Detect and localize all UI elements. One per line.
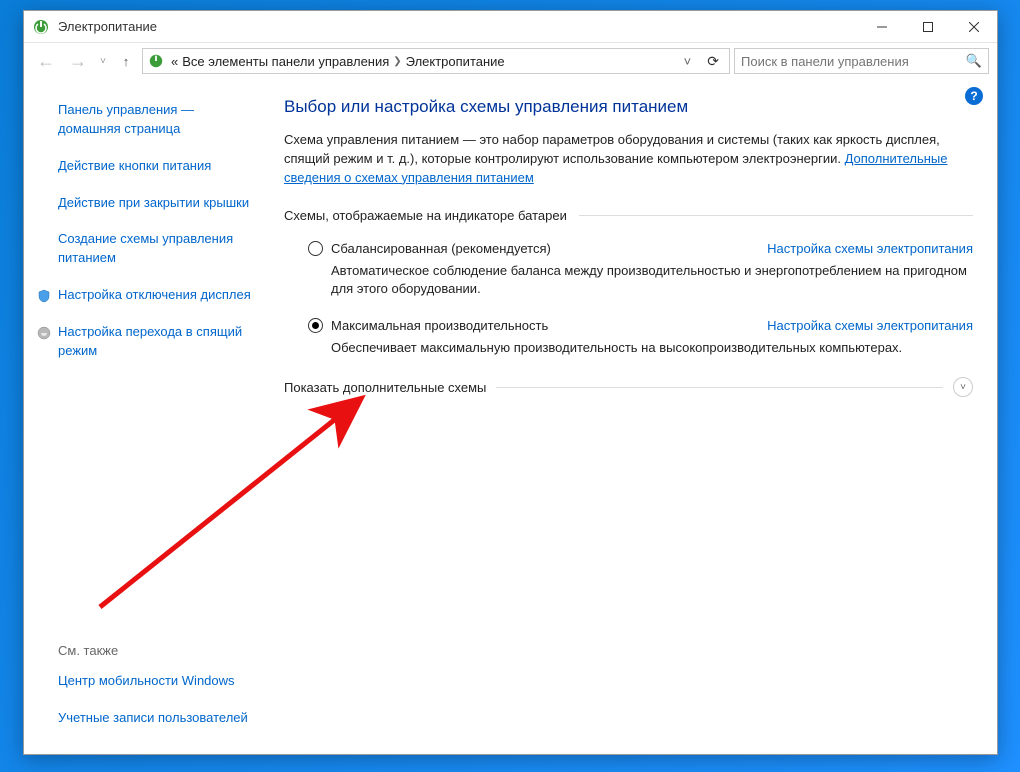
address-dropdown-icon[interactable]: ˅ bbox=[680, 54, 696, 69]
recent-dropdown[interactable]: ˅ bbox=[96, 47, 110, 75]
window-title: Электропитание bbox=[58, 19, 157, 34]
breadcrumb-current[interactable]: Электропитание bbox=[406, 54, 505, 69]
search-icon: 🔍 bbox=[966, 53, 982, 69]
description-text: Схема управления питанием — это набор па… bbox=[284, 132, 940, 166]
sidebar-link-power-button[interactable]: Действие кнопки питания bbox=[58, 157, 256, 176]
nav-bar: ← → ˅ ↑ « Все элементы панели управления… bbox=[24, 43, 997, 79]
see-also-mobility-center[interactable]: Центр мобильности Windows bbox=[58, 672, 256, 691]
up-button[interactable]: ↑ bbox=[114, 49, 138, 73]
page-description: Схема управления питанием — это набор па… bbox=[284, 131, 973, 188]
plan-balanced: Сбалансированная (рекомендуется) Настрой… bbox=[284, 241, 973, 298]
see-also-user-accounts[interactable]: Учетные записи пользователей bbox=[58, 709, 256, 728]
shield-icon bbox=[36, 325, 52, 341]
power-options-icon bbox=[32, 18, 50, 36]
close-button[interactable] bbox=[951, 11, 997, 42]
chevron-right-icon: ❯ bbox=[393, 56, 401, 67]
see-also-label: См. также bbox=[58, 643, 256, 658]
sidebar-link-lid-close[interactable]: Действие при закрытии крышки bbox=[58, 194, 256, 213]
plan-desc-balanced: Автоматическое соблюдение баланса между … bbox=[308, 262, 973, 298]
page-heading: Выбор или настройка схемы управления пит… bbox=[284, 97, 973, 117]
titlebar: Электропитание bbox=[24, 11, 997, 43]
address-bar[interactable]: « Все элементы панели управления ❯ Элект… bbox=[142, 48, 730, 74]
main-panel: ? Выбор или настройка схемы управления п… bbox=[272, 79, 997, 754]
breadcrumb-prefix[interactable]: « bbox=[171, 54, 178, 69]
minimize-button[interactable] bbox=[859, 11, 905, 42]
show-additional-plans[interactable]: Показать дополнительные схемы ˅ bbox=[284, 377, 973, 397]
content-area: Панель управления — домашняя страница Де… bbox=[24, 79, 997, 754]
plan-high-performance: Максимальная производительность Настройк… bbox=[284, 318, 973, 357]
radio-balanced[interactable] bbox=[308, 241, 323, 256]
shield-icon bbox=[36, 288, 52, 304]
sidebar-see-also: См. также Центр мобильности Windows Учет… bbox=[58, 643, 256, 738]
sidebar-link-display-off[interactable]: Настройка отключения дисплея bbox=[58, 286, 256, 305]
breadcrumb-parent[interactable]: Все элементы панели управления bbox=[182, 54, 389, 69]
sidebar: Панель управления — домашняя страница Де… bbox=[24, 79, 272, 754]
sidebar-link-create-plan[interactable]: Создание схемы управления питанием bbox=[58, 230, 256, 268]
window-controls bbox=[859, 11, 997, 42]
plan-config-link-balanced[interactable]: Настройка схемы электропитания bbox=[767, 241, 973, 256]
sidebar-home-link[interactable]: Панель управления — домашняя страница bbox=[58, 101, 256, 139]
search-input[interactable] bbox=[741, 54, 966, 69]
refresh-button[interactable]: ⟳ bbox=[701, 53, 725, 70]
maximize-button[interactable] bbox=[905, 11, 951, 42]
sidebar-item-label: Настройка отключения дисплея bbox=[58, 287, 251, 302]
plan-config-link-high-performance[interactable]: Настройка схемы электропитания bbox=[767, 318, 973, 333]
divider bbox=[579, 215, 973, 216]
expand-label: Показать дополнительные схемы bbox=[284, 380, 486, 395]
back-button[interactable]: ← bbox=[32, 47, 60, 75]
power-options-icon bbox=[147, 52, 165, 70]
plan-desc-high-performance: Обеспечивает максимальную производительн… bbox=[308, 339, 973, 357]
sidebar-item-label: Настройка перехода в спящий режим bbox=[58, 324, 242, 358]
sidebar-link-sleep[interactable]: Настройка перехода в спящий режим bbox=[58, 323, 256, 361]
help-button[interactable]: ? bbox=[965, 87, 983, 105]
forward-button[interactable]: → bbox=[64, 47, 92, 75]
plan-group-header: Схемы, отображаемые на индикаторе батаре… bbox=[284, 208, 973, 223]
plan-group-label: Схемы, отображаемые на индикаторе батаре… bbox=[284, 208, 567, 223]
radio-high-performance[interactable] bbox=[308, 318, 323, 333]
search-box[interactable]: 🔍 bbox=[734, 48, 989, 74]
divider bbox=[496, 387, 943, 388]
plan-name-high-performance[interactable]: Максимальная производительность bbox=[331, 318, 759, 333]
chevron-down-icon: ˅ bbox=[953, 377, 973, 397]
window: Электропитание ← → ˅ ↑ « Все элементы па… bbox=[23, 10, 998, 755]
breadcrumb: « Все элементы панели управления ❯ Элект… bbox=[171, 54, 505, 69]
plan-name-balanced[interactable]: Сбалансированная (рекомендуется) bbox=[331, 241, 759, 256]
